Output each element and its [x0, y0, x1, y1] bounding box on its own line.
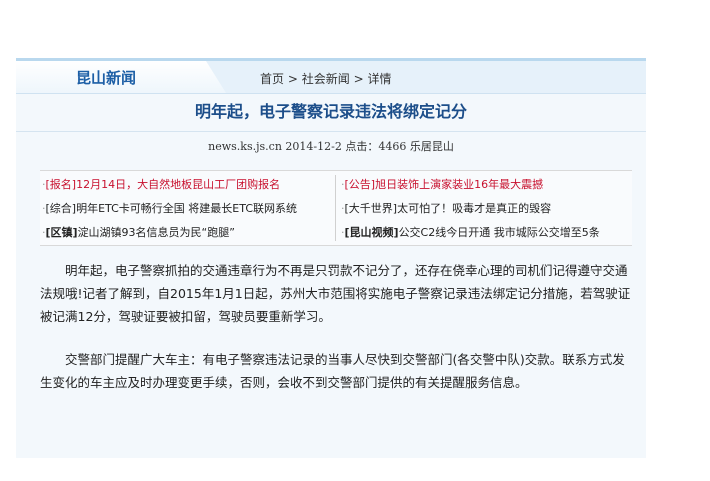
- related-item-tag: [报名]: [45, 178, 77, 191]
- breadcrumb-current: 详情: [367, 72, 392, 86]
- related-item[interactable]: ·[报名]12月14日，大自然地板昆山工厂团购报名: [42, 176, 280, 192]
- related-item[interactable]: ·[区镇]淀山湖镇93名信息员为民“跑腿”: [42, 224, 235, 240]
- article-paragraph: 明年起，电子警察抓拍的交通违章行为不再是只罚款不记分了，还存在侥幸心理的司机们记…: [40, 263, 631, 324]
- article-meta: news.ks.js.cn 2014-12-2 点击：4466 乐居昆山: [208, 140, 454, 153]
- related-item[interactable]: ·[综合]明年ETC卡可畅行全国 将建最长ETC联网系统: [42, 200, 297, 216]
- related-news-box: ·[报名]12月14日，大自然地板昆山工厂团购报名 ·[综合]明年ETC卡可畅行…: [40, 170, 632, 246]
- related-item[interactable]: ·[昆山视频]公交C2线今日开通 我市城际公交增至5条: [341, 224, 600, 240]
- column-divider: [335, 175, 336, 241]
- related-item-text: 太可怕了！吸毒才是真正的毁容: [397, 202, 552, 215]
- section-title[interactable]: 昆山新闻: [76, 67, 136, 88]
- related-item-tag: [综合]: [45, 202, 77, 215]
- related-item-text: 12月14日，大自然地板昆山工厂团购报名: [76, 178, 281, 191]
- section-header-bar: 昆山新闻 首页 > 社会新闻 > 详情: [16, 58, 646, 94]
- breadcrumb-separator: >: [353, 72, 364, 86]
- related-item-tag: [大千世界]: [344, 202, 398, 215]
- breadcrumb-home[interactable]: 首页: [260, 72, 284, 86]
- breadcrumb-category[interactable]: 社会新闻: [302, 72, 350, 86]
- related-item-text: 淀山湖镇93名信息员为民“跑腿”: [77, 226, 235, 239]
- related-item-tag: [昆山视频]: [344, 226, 399, 239]
- news-panel: 昆山新闻 首页 > 社会新闻 > 详情 明年起，电子警察记录违法将绑定记分 ne…: [16, 58, 646, 458]
- breadcrumb: 首页 > 社会新闻 > 详情: [260, 70, 391, 87]
- title-divider: [16, 131, 646, 132]
- related-item-text: 旭日装饰上演家装业16年最大震撼: [375, 178, 544, 191]
- related-item-text: 明年ETC卡可畅行全国 将建最长ETC联网系统: [76, 202, 298, 215]
- related-item-text: 公交C2线今日开通 我市城际公交增至5条: [398, 226, 600, 239]
- related-item[interactable]: ·[大千世界]太可怕了！吸毒才是真正的毁容: [341, 200, 551, 216]
- article-paragraph: 交警部门提醒广大车主：有电子警察违法记录的当事人尽快到交警部门(各交警中队)交款…: [40, 352, 625, 390]
- article-title: 明年起，电子警察记录违法将绑定记分: [194, 102, 467, 121]
- related-item[interactable]: ·[公告]旭日装饰上演家装业16年最大震撼: [341, 176, 543, 192]
- related-item-tag: [区镇]: [45, 226, 78, 239]
- breadcrumb-separator: >: [287, 72, 298, 86]
- related-item-tag: [公告]: [344, 178, 376, 191]
